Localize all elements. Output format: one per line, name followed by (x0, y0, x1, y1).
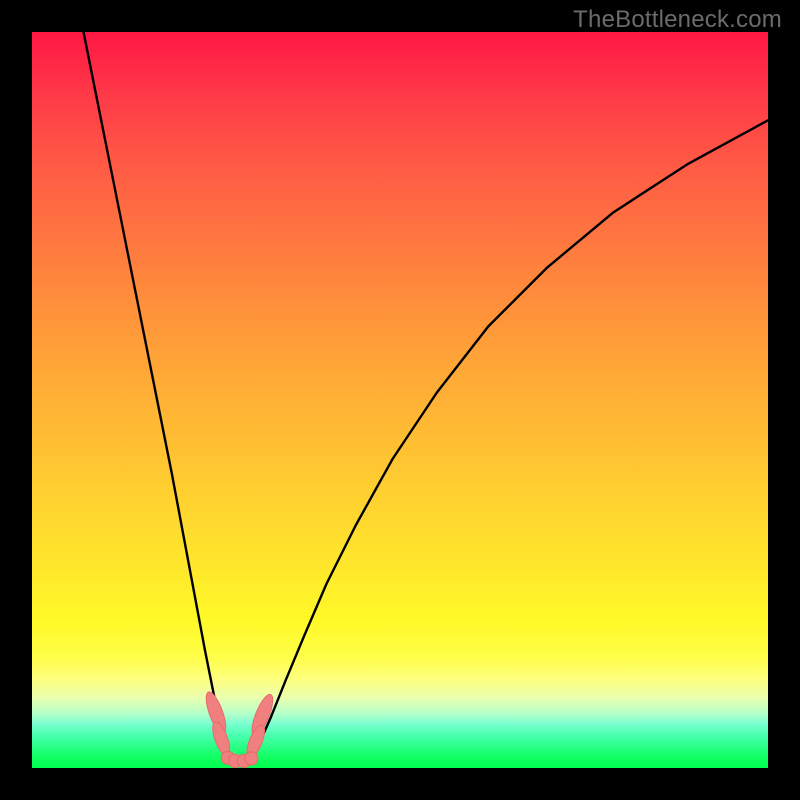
curve-layer (32, 32, 768, 768)
bottleneck-curve (84, 32, 768, 762)
plot-area (32, 32, 768, 768)
watermark-text: TheBottleneck.com (573, 6, 782, 34)
curve-marker (245, 752, 258, 765)
chart-frame: TheBottleneck.com (0, 0, 800, 800)
